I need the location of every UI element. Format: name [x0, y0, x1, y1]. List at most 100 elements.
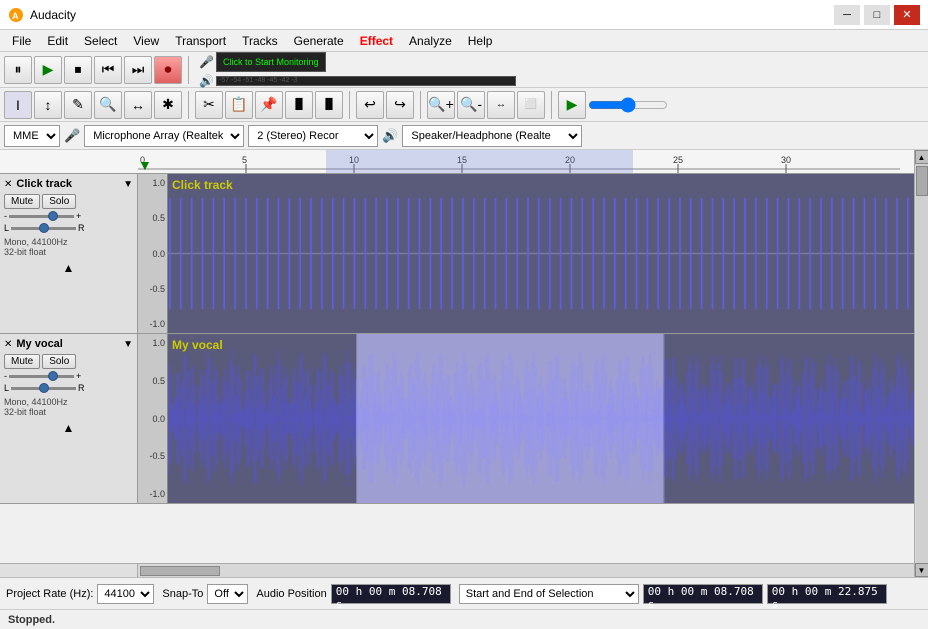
vocal-track-menu-arrow[interactable]: ▼ — [123, 339, 133, 350]
vocal-track-waveform: My vocal — [168, 334, 914, 503]
trim-button[interactable]: ▐▌ — [285, 91, 313, 119]
vertical-scrollbar[interactable]: ▲ ▼ — [914, 150, 928, 577]
scroll-thumb[interactable] — [140, 566, 220, 576]
stop-button[interactable]: ⏹ — [64, 56, 92, 84]
menu-view[interactable]: View — [125, 32, 167, 50]
scroll-track-vertical[interactable] — [916, 164, 928, 563]
menu-edit[interactable]: Edit — [39, 32, 76, 50]
record-button[interactable]: ⏺ — [154, 56, 182, 84]
skip-end-button[interactable]: ⏭ — [124, 56, 152, 84]
maximize-button[interactable]: □ — [864, 5, 890, 25]
draw-tool-button[interactable]: ✎ — [64, 91, 92, 119]
input-device-select[interactable]: Microphone Array (Realtek — [84, 125, 244, 147]
menu-generate[interactable]: Generate — [286, 32, 352, 50]
scroll-thumb-vertical[interactable] — [916, 166, 928, 196]
play-at-speed-button[interactable]: ▶ — [558, 91, 586, 119]
bottom-bar: Project Rate (Hz): 44100 Snap-To Off Aud… — [0, 577, 928, 609]
snap-to-field: Snap-To Off — [162, 584, 248, 604]
svg-text:5: 5 — [242, 155, 247, 165]
svg-text:A: A — [12, 11, 19, 21]
timeshift-tool-button[interactable]: ↔ — [124, 91, 152, 119]
vocal-track-mute-button[interactable]: Mute — [4, 354, 40, 369]
undo-button[interactable]: ↩ — [356, 91, 384, 119]
click-track-solo-button[interactable]: Solo — [42, 194, 76, 209]
click-track-volume-slider[interactable] — [9, 215, 74, 218]
track-row-click: ✕ Click track ▼ Mute Solo - + — [0, 174, 914, 334]
track-row-vocal: ✕ My vocal ▼ Mute Solo - + — [0, 334, 914, 504]
redo-button[interactable]: ↪ — [386, 91, 414, 119]
svg-text:25: 25 — [673, 155, 683, 165]
vocal-track-expand[interactable]: ▲ — [4, 421, 133, 435]
project-rate-field: Project Rate (Hz): 44100 — [6, 584, 154, 604]
multi-tool-button[interactable]: ✱ — [154, 91, 182, 119]
menu-transport[interactable]: Transport — [167, 32, 234, 50]
vu-play-numbers: -57 -54 -51 -48 -45 -42 -3 — [219, 77, 298, 84]
menu-tracks[interactable]: Tracks — [234, 32, 286, 50]
click-track-canvas — [168, 174, 914, 333]
menu-select[interactable]: Select — [76, 32, 125, 50]
cut-button[interactable]: ✂ — [195, 91, 223, 119]
click-track-menu-arrow[interactable]: ▼ — [123, 179, 133, 190]
paste-button[interactable]: 📌 — [255, 91, 283, 119]
silence-button[interactable]: ▐▌ — [315, 91, 343, 119]
click-track-waveform: Click track — [168, 174, 914, 333]
copy-button[interactable]: 📋 — [225, 91, 253, 119]
vocal-vol-minus: - — [4, 371, 7, 381]
vocal-track-buttons: Mute Solo — [4, 354, 133, 369]
pause-button[interactable]: ⏸ — [4, 56, 32, 84]
tools-separator-1 — [188, 91, 189, 119]
click-track-pan-slider[interactable] — [11, 227, 76, 230]
vu-record-monitor[interactable]: Click to Start Monitoring — [216, 52, 326, 72]
menu-effect[interactable]: Effect — [352, 32, 401, 50]
menu-help[interactable]: Help — [460, 32, 501, 50]
zoom-fit-button[interactable]: ↔ — [487, 91, 515, 119]
click-track-mute-button[interactable]: Mute — [4, 194, 40, 209]
click-track-info: Mono, 44100Hz 32-bit float — [4, 237, 133, 257]
selection-field: Start and End of Selection 00 h 00 m 08.… — [459, 584, 887, 604]
stopped-text: Stopped. — [8, 614, 55, 626]
vocal-track-y-axis: 1.0 0.5 0.0 -0.5 -1.0 — [138, 334, 168, 503]
snap-to-select[interactable]: Off — [207, 584, 248, 604]
selection-end-value: 00 h 00 m 22.875 s — [767, 584, 887, 604]
menu-analyze[interactable]: Analyze — [401, 32, 460, 50]
selection-type-select[interactable]: Start and End of Selection — [459, 584, 639, 604]
channels-select[interactable]: 2 (Stereo) Recor — [248, 125, 378, 147]
svg-text:15: 15 — [457, 155, 467, 165]
transport-toolbar: ⏸ ▶ ⏹ ⏮ ⏭ ⏺ 🎤 Click to Start Monitoring … — [0, 52, 928, 88]
tools-separator-3 — [420, 91, 421, 119]
playback-speed-slider[interactable] — [588, 97, 668, 113]
close-button[interactable]: ✕ — [894, 5, 920, 25]
envelope-tool-button[interactable]: ↕ — [34, 91, 62, 119]
zoom-sel-button[interactable]: ⬜ — [517, 91, 545, 119]
ruler-svg: 0 5 10 15 20 25 30 — [138, 150, 900, 173]
vocal-track-pan-slider[interactable] — [11, 387, 76, 390]
scroll-up-button[interactable]: ▲ — [915, 150, 928, 164]
output-device-select[interactable]: Speaker/Headphone (Realte — [402, 125, 582, 147]
menu-bar: File Edit Select View Transport Tracks G… — [0, 30, 928, 52]
selection-tool-button[interactable]: I — [4, 91, 32, 119]
project-rate-select[interactable]: 44100 — [97, 584, 154, 604]
vocal-track-solo-button[interactable]: Solo — [42, 354, 76, 369]
play-button[interactable]: ▶ — [34, 56, 62, 84]
skip-start-button[interactable]: ⏮ — [94, 56, 122, 84]
vocal-track-volume-slider[interactable] — [9, 375, 74, 378]
scroll-down-button[interactable]: ▼ — [915, 563, 928, 577]
click-track-expand[interactable]: ▲ — [4, 261, 133, 275]
vocal-pan-l: L — [4, 383, 9, 393]
click-track-close-button[interactable]: ✕ — [4, 179, 12, 190]
click-track-name: Click track — [16, 178, 119, 190]
mic-icon: 🎤 — [199, 55, 214, 69]
app-icon: A — [8, 7, 24, 23]
tool-buttons: I ↕ ✎ 🔍 ↔ ✱ — [4, 91, 182, 119]
green-arrow-icon: ▼ — [138, 157, 152, 173]
vocal-track-close-button[interactable]: ✕ — [4, 339, 12, 350]
zoom-tool-button[interactable]: 🔍 — [94, 91, 122, 119]
zoom-in-button[interactable]: 🔍+ — [427, 91, 455, 119]
host-select[interactable]: MME — [4, 125, 60, 147]
scroll-track[interactable] — [138, 564, 914, 577]
menu-file[interactable]: File — [4, 32, 39, 50]
zoom-out-button[interactable]: 🔍- — [457, 91, 485, 119]
minimize-button[interactable]: ─ — [834, 5, 860, 25]
playback-buttons: ▶ — [558, 91, 668, 119]
click-vol-plus: + — [76, 211, 81, 221]
